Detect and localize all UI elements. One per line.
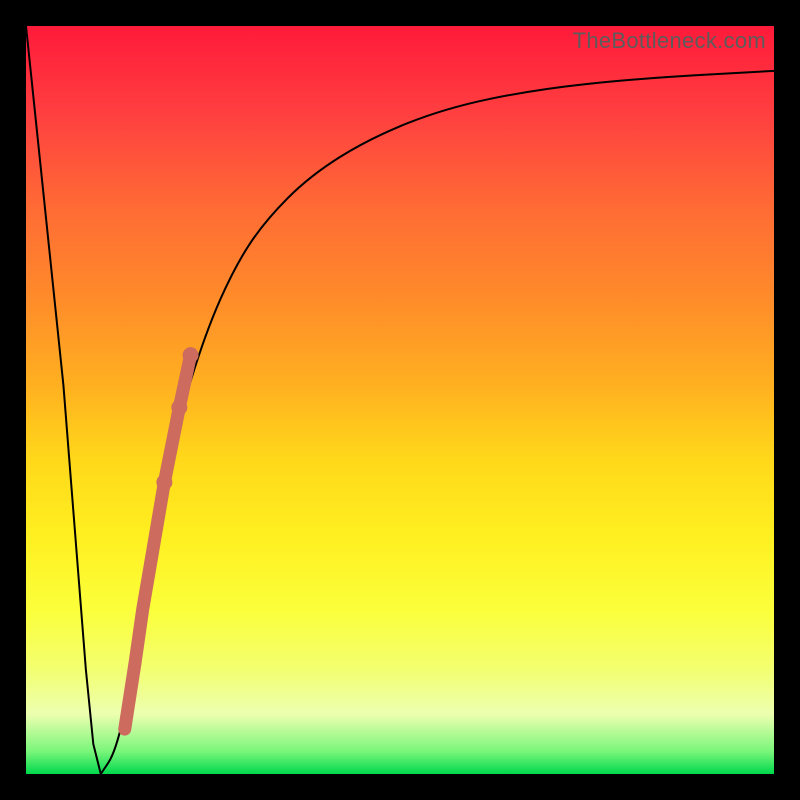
chart-svg [26, 26, 774, 774]
curve-marker [183, 347, 199, 363]
curve-marker [147, 552, 157, 562]
curve-marker [156, 474, 172, 490]
curve-marker [171, 399, 187, 415]
plot-area: TheBottleneck.com [26, 26, 774, 774]
curve-marker [139, 605, 147, 613]
marker-group [120, 347, 199, 734]
curve-marker [120, 724, 130, 734]
curve-marker [130, 657, 140, 667]
chart-frame: TheBottleneck.com [0, 0, 800, 800]
